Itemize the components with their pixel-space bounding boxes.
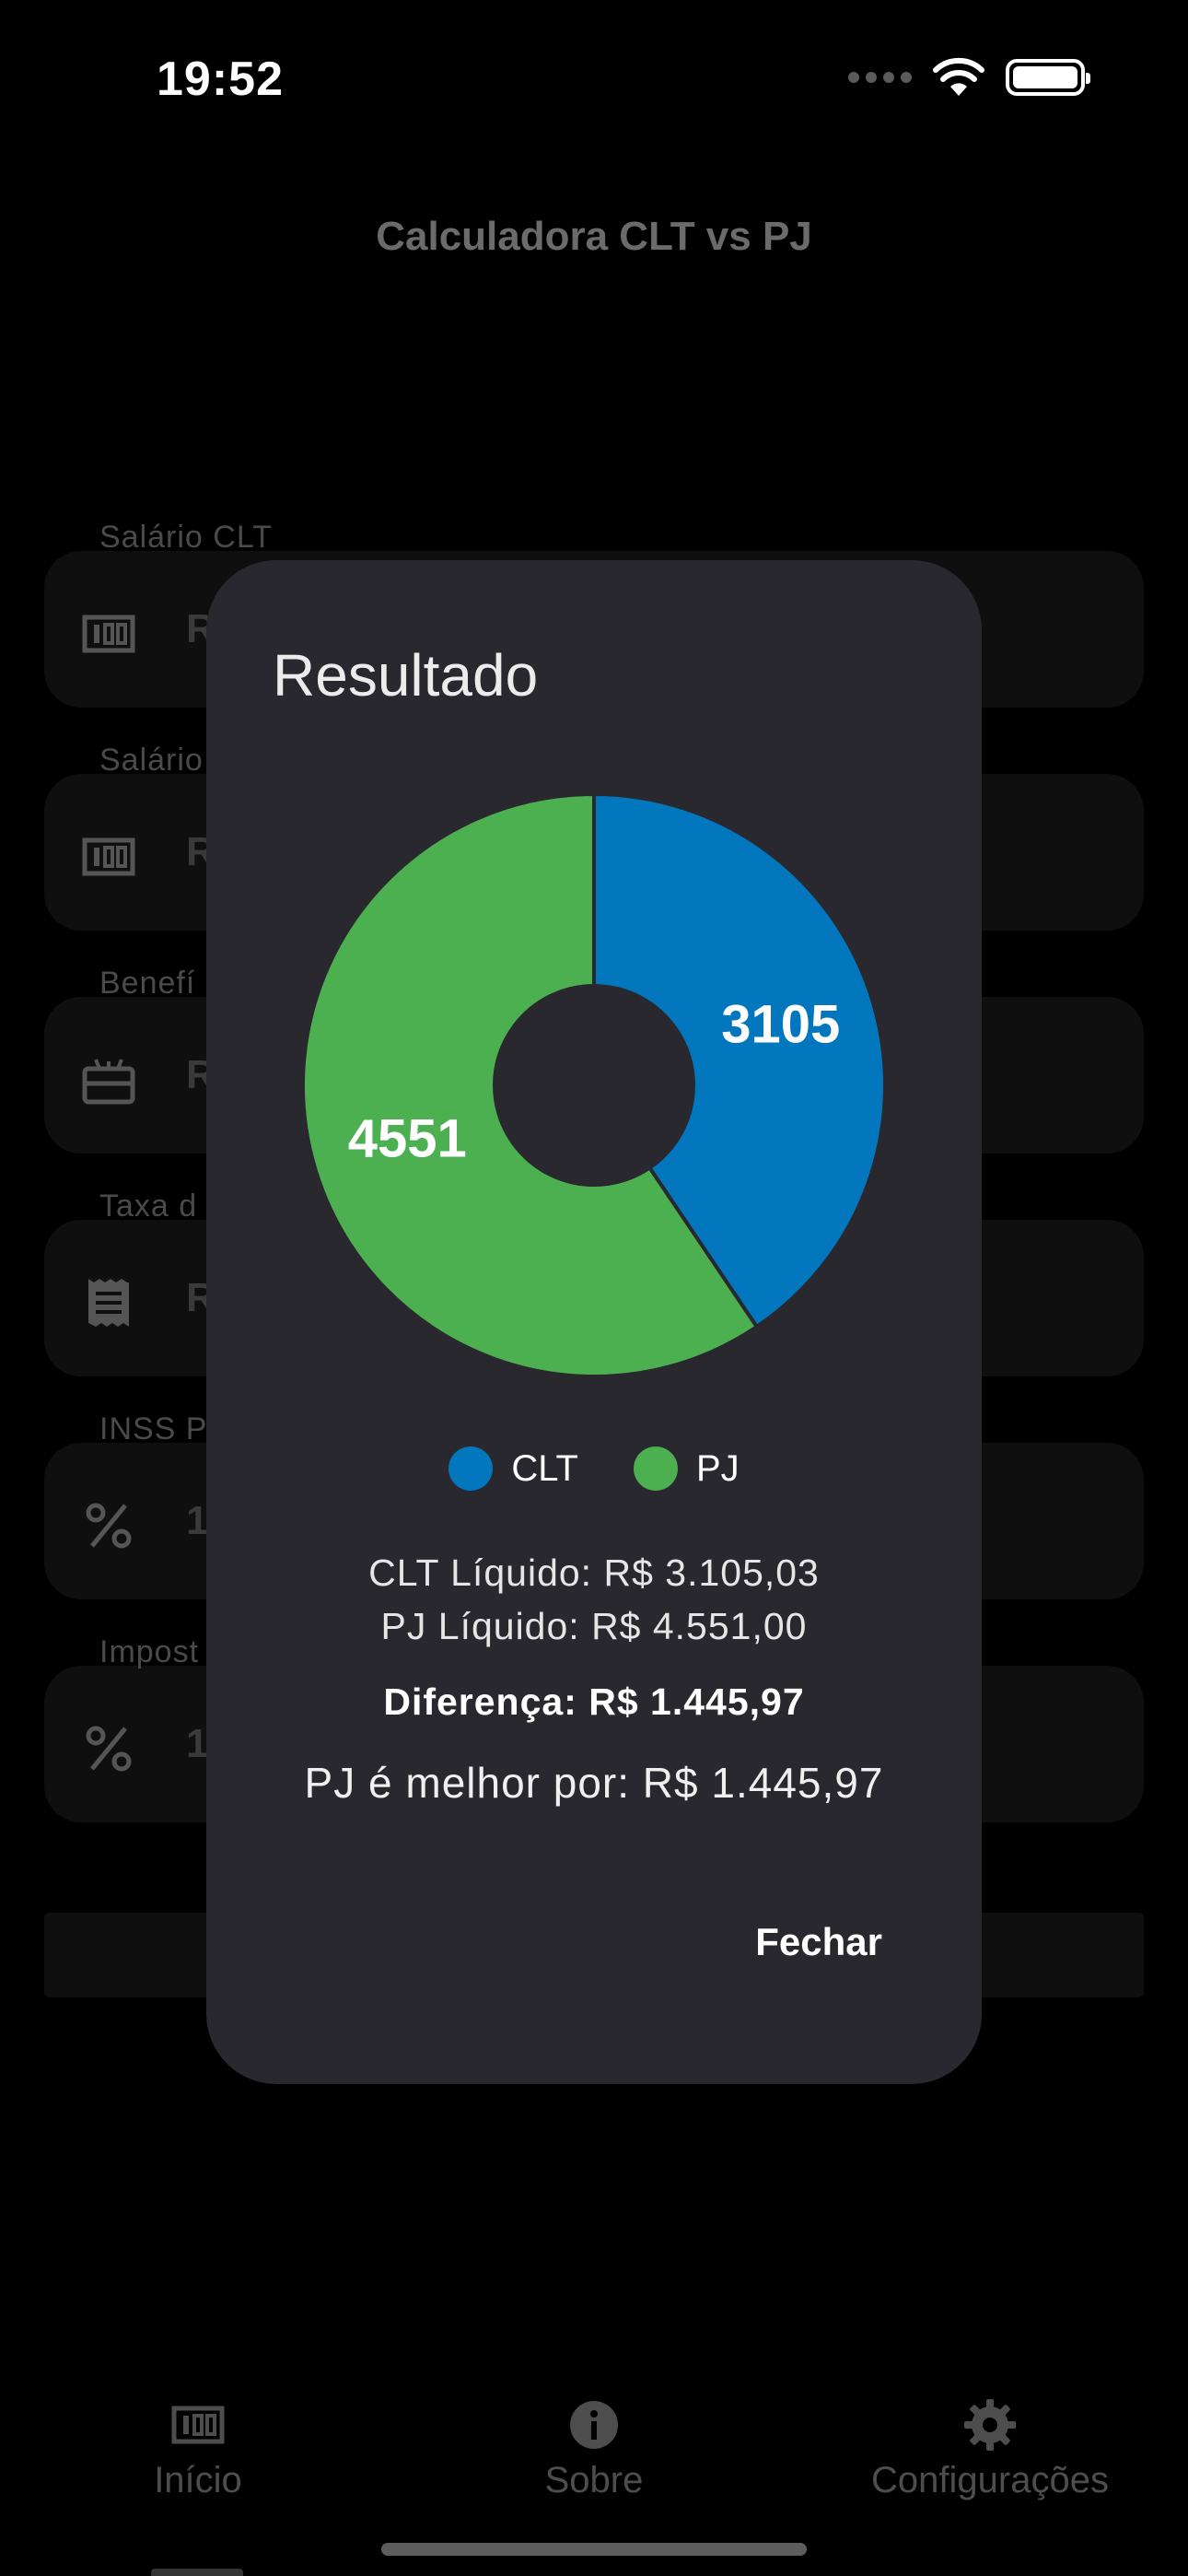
- nav-label: Início: [154, 2460, 242, 2500]
- diferenca-text: Diferença: R$ 1.445,97: [383, 1680, 805, 1723]
- nav-item-sobre[interactable]: Sobre: [396, 2386, 792, 2501]
- nav-label: Sobre: [544, 2460, 644, 2500]
- field-label: INSS P: [99, 1411, 208, 1446]
- close-button[interactable]: Fechar: [755, 1920, 882, 1964]
- field-value: 1: [186, 1498, 209, 1543]
- bottom-nav: Início Sobre Configurações: [0, 2386, 1188, 2534]
- status-icons: [848, 57, 1090, 98]
- field-label: Salário: [99, 743, 204, 778]
- result-dialog: Resultado 3105 4551 CLT PJ CLT Líquido: R…: [206, 560, 982, 2084]
- field-label: Taxa d: [99, 1188, 198, 1224]
- money-icon: [82, 615, 135, 653]
- field-label: Benefí: [99, 966, 196, 1001]
- active-tab-indicator: [151, 2569, 243, 2576]
- dialog-title: Resultado: [273, 642, 539, 708]
- field-value: 1: [186, 1721, 209, 1766]
- legend-label: CLT: [511, 1447, 578, 1489]
- donut-chart: 3105 4551: [301, 791, 887, 1378]
- nav-item-configuracoes[interactable]: Configurações: [792, 2386, 1188, 2501]
- slice-label-clt: 3105: [721, 994, 840, 1054]
- legend-item-pj: PJ: [633, 1446, 740, 1491]
- cellular-signal-icon: [848, 72, 912, 83]
- clt-liquido-text: CLT Líquido: R$ 3.105,03: [368, 1551, 820, 1594]
- percent-icon: [86, 1503, 132, 1549]
- field-label: Impost: [99, 1634, 200, 1669]
- pj-liquido-text: PJ Líquido: R$ 4.551,00: [380, 1605, 808, 1647]
- legend-swatch: [633, 1446, 678, 1491]
- app-title: Calculadora CLT vs PJ: [376, 214, 812, 259]
- battery-icon: [1006, 59, 1090, 96]
- field-label: Salário CLT: [99, 520, 273, 555]
- money-icon: [82, 837, 135, 876]
- legend-swatch: [448, 1446, 494, 1491]
- chart-legend: CLT PJ: [206, 1446, 982, 1491]
- gift-icon: [82, 1059, 135, 1105]
- nav-item-inicio[interactable]: Início: [0, 2386, 396, 2501]
- receipt-icon: [88, 1279, 129, 1327]
- nav-label: Configurações: [871, 2460, 1109, 2500]
- percent-icon: [86, 1726, 132, 1772]
- wifi-icon: [933, 57, 984, 96]
- home-indicator[interactable]: [381, 2543, 807, 2556]
- status-time: 19:52: [157, 53, 284, 106]
- pj-melhor-text: PJ é melhor por: R$ 1.445,97: [304, 1759, 884, 1807]
- slice-label-pj: 4551: [348, 1108, 467, 1168]
- info-icon: [570, 2401, 618, 2449]
- money-icon: [171, 2406, 225, 2444]
- gear-icon: [964, 2399, 1016, 2451]
- legend-label: PJ: [695, 1447, 740, 1489]
- legend-item-clt: CLT: [448, 1446, 578, 1491]
